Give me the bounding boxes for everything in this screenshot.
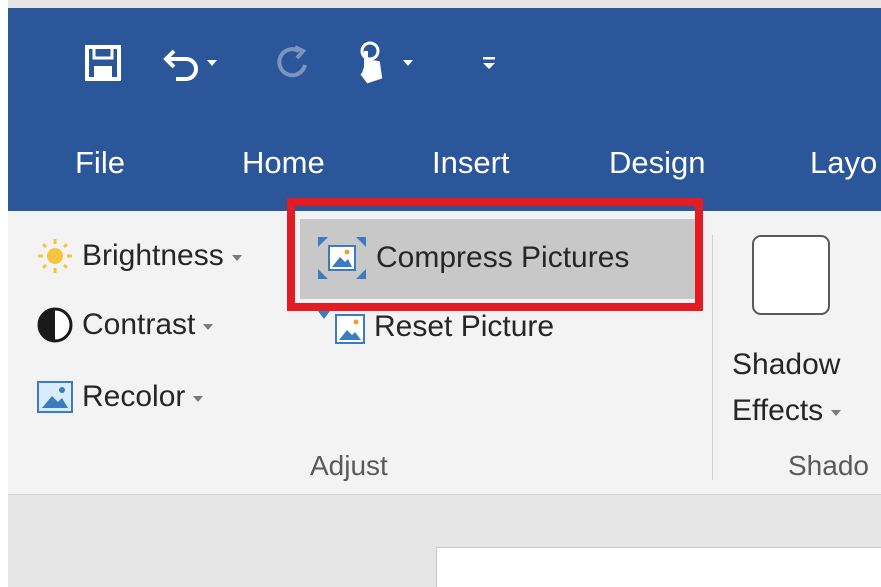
tab-file[interactable]: File: [75, 143, 125, 183]
group-separator: [712, 235, 713, 480]
tab-design[interactable]: Design: [609, 143, 706, 183]
customize-qat-icon[interactable]: [474, 38, 504, 88]
tab-insert[interactable]: Insert: [432, 143, 510, 183]
tab-home[interactable]: Home: [242, 143, 325, 183]
chevron-down-icon: [831, 410, 842, 416]
recolor-button[interactable]: Recolor: [36, 378, 204, 416]
save-icon[interactable]: [78, 38, 128, 88]
recolor-label: Recolor: [82, 380, 186, 413]
shadow-group-label: Shado: [788, 450, 869, 481]
chevron-down-icon: [403, 60, 413, 66]
reset-picture-label: Reset Picture: [374, 310, 555, 343]
touch-mode-icon: [360, 41, 383, 84]
undo-button[interactable]: [160, 38, 220, 88]
shadow-effects-button[interactable]: Shadow Effects: [732, 342, 842, 434]
brightness-label: Brightness: [82, 239, 224, 272]
redo-icon[interactable]: [268, 38, 316, 88]
shadow-effects-label-line2: Effects: [732, 394, 824, 427]
document-page[interactable]: [436, 547, 881, 587]
brightness-button[interactable]: Brightness: [36, 237, 242, 275]
chevron-down-icon: [193, 396, 204, 402]
adjust-group-label: Adjust: [310, 450, 388, 481]
contrast-icon: [37, 307, 73, 343]
recolor-icon: [37, 381, 73, 413]
reset-picture-button[interactable]: Reset Picture: [316, 307, 554, 347]
chevron-down-icon: [203, 324, 214, 330]
contrast-label: Contrast: [82, 308, 196, 341]
chevron-down-icon: [207, 60, 217, 66]
chevron-down-icon: [231, 255, 242, 261]
touch-mode-button[interactable]: [340, 38, 430, 88]
contrast-button[interactable]: Contrast: [36, 306, 214, 344]
undo-icon: [163, 49, 198, 81]
reset-picture-icon: [318, 311, 365, 344]
shadow-effects-label-line1: Shadow: [732, 348, 841, 381]
tab-layout[interactable]: Layo: [810, 143, 877, 183]
title-bar: [8, 8, 881, 125]
highlight-annotation-box: [287, 198, 703, 311]
sun-icon: [38, 239, 72, 273]
shadow-effects-preview[interactable]: [752, 235, 830, 315]
